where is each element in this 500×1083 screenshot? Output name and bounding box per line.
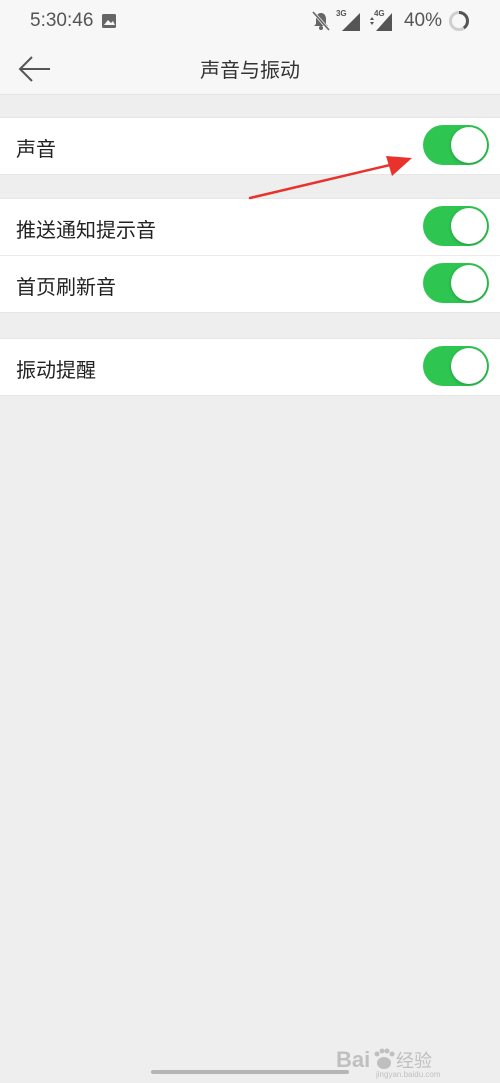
svg-text:经验: 经验	[396, 1051, 432, 1072]
setting-label: 推送通知提示音	[16, 218, 156, 242]
setting-row-refresh-tone[interactable]: 首页刷新音	[0, 255, 500, 312]
setting-label: 首页刷新音	[16, 275, 116, 299]
baidu-jingyan-watermark: Bai 经验 jingyan.baidu.com	[336, 1047, 441, 1079]
setting-label: 振动提醒	[16, 358, 96, 382]
toggle-knob	[451, 348, 487, 384]
sound-toggle[interactable]	[423, 125, 489, 165]
setting-label: 声音	[16, 137, 56, 161]
signal-icon	[341, 13, 360, 31]
settings-group-tones: 推送通知提示音 首页刷新音	[0, 198, 500, 313]
signal-4g: 4G	[368, 9, 394, 31]
vibration-toggle[interactable]	[423, 346, 489, 386]
battery-percent: 40%	[403, 10, 442, 31]
battery-ring-icon	[449, 11, 469, 31]
status-bar: 5:30:46 3G 4G 40%	[0, 0, 500, 44]
page-title: 声音与振动	[200, 58, 300, 82]
settings-group-vibration: 振动提醒	[0, 338, 500, 396]
status-icons: 3G 4G 40%	[311, 9, 470, 33]
signal-icon	[369, 13, 392, 31]
signal-3g: 3G	[336, 9, 362, 31]
bell-off-icon	[311, 11, 330, 31]
toggle-knob	[451, 265, 487, 301]
home-indicator[interactable]	[151, 1070, 349, 1074]
svg-text:jingyan.baidu.com: jingyan.baidu.com	[375, 1070, 441, 1079]
gallery-icon	[102, 14, 116, 28]
svg-text:Bai: Bai	[336, 1047, 370, 1072]
setting-row-sound[interactable]: 声音	[0, 118, 500, 174]
toggle-knob	[451, 208, 487, 244]
refresh-tone-toggle[interactable]	[423, 263, 489, 303]
push-tone-toggle[interactable]	[423, 206, 489, 246]
status-time: 5:30:46	[30, 10, 94, 31]
app-header: 声音与振动	[0, 44, 500, 95]
setting-row-vibration[interactable]: 振动提醒	[0, 339, 500, 395]
setting-row-push-tone[interactable]: 推送通知提示音	[0, 199, 500, 255]
settings-group-sound: 声音	[0, 117, 500, 175]
toggle-knob	[451, 127, 487, 163]
